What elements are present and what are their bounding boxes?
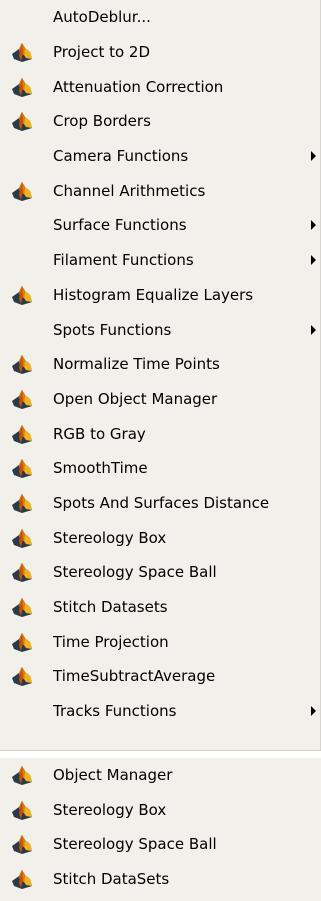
matlab-icon [0, 793, 43, 828]
menu-item-label: Object Manager [53, 766, 173, 785]
submenu-arrow-icon [311, 255, 316, 266]
menu-item-label: Tracks Functions [53, 702, 177, 721]
matlab-icon [0, 758, 43, 793]
menu-separator [0, 750, 321, 758]
menu-item-label: Time Projection [53, 632, 169, 651]
icon-slot [0, 0, 43, 35]
matlab-icon [0, 451, 43, 486]
submenu-arrow-icon [311, 706, 316, 717]
menu-item-label: Surface Functions [53, 216, 187, 235]
menu-item-label: Spots Functions [53, 320, 172, 339]
menu-item-spots-and-surfaces-distance[interactable]: Spots And Surfaces Distance [0, 486, 320, 521]
menu-item-label: Stereology Box [53, 528, 167, 547]
matlab-icon [0, 520, 43, 555]
menu-item-label: Stereology Space Ball [53, 835, 217, 854]
icon-slot [0, 208, 43, 243]
submenu-arrow-icon [311, 151, 316, 162]
matlab-icon [0, 173, 43, 208]
menu-item-autodeblur[interactable]: AutoDeblur... [0, 0, 320, 35]
matlab-icon [0, 104, 43, 139]
menu-item-stereology-box-2[interactable]: Stereology Box [0, 793, 321, 828]
matlab-icon [0, 659, 43, 694]
matlab-icon [0, 862, 43, 897]
menu-item-attenuation-correction[interactable]: Attenuation Correction [0, 69, 320, 104]
matlab-icon [0, 416, 43, 451]
matlab-icon [0, 382, 43, 417]
menu-item-label: Crop Borders [53, 112, 151, 131]
menu-item-spots-functions[interactable]: Spots Functions [0, 312, 320, 347]
menu-item-camera-functions[interactable]: Camera Functions [0, 139, 320, 174]
menu-item-label: Normalize Time Points [53, 355, 220, 374]
menu-item-channel-arithmetics[interactable]: Channel Arithmetics [0, 173, 320, 208]
matlab-icon [0, 347, 43, 382]
matlab-icon [0, 827, 43, 862]
matlab-icon [0, 624, 43, 659]
menu-item-time-projection[interactable]: Time Projection [0, 624, 320, 659]
icon-slot [0, 243, 43, 278]
menu-item-surface-functions[interactable]: Surface Functions [0, 208, 320, 243]
menu-item-label: Stereology Box [53, 800, 167, 819]
menu-item-stitch-datasets[interactable]: Stitch Datasets [0, 590, 320, 625]
menu-item-label: Spots And Surfaces Distance [53, 493, 270, 512]
menu-item-open-object-manager[interactable]: Open Object Manager [0, 382, 320, 417]
menu-item-label: RGB to Gray [53, 424, 146, 443]
menu-item-label: Camera Functions [53, 147, 189, 166]
menu-item-stitch-datasets-2[interactable]: Stitch DataSets [0, 862, 321, 897]
matlab-icon [0, 555, 43, 590]
matlab-icon [0, 278, 43, 313]
menu-item-filament-functions[interactable]: Filament Functions [0, 243, 320, 278]
menu-item-normalize-time-points[interactable]: Normalize Time Points [0, 347, 320, 382]
menu-item-smoothtime[interactable]: SmoothTime [0, 451, 320, 486]
matlab-icon [0, 590, 43, 625]
menu-item-label: Stitch Datasets [53, 598, 168, 617]
menu-item-rgb-to-gray[interactable]: RGB to Gray [0, 416, 320, 451]
menu-item-label: Stereology Space Ball [53, 563, 217, 582]
icon-slot [0, 312, 43, 347]
menu-item-label: TimeSubtractAverage [53, 667, 216, 686]
menu-item-project-to-2d[interactable]: Project to 2D [0, 35, 320, 70]
menu-item-tracks-functions[interactable]: Tracks Functions [0, 694, 320, 729]
menu-item-label: Project to 2D [53, 43, 151, 62]
menu-item-label: SmoothTime [53, 459, 148, 478]
menu-item-label: Channel Arithmetics [53, 181, 206, 200]
menu-item-label: Filament Functions [53, 251, 194, 270]
icon-slot [0, 694, 43, 729]
submenu-arrow-icon [311, 220, 316, 231]
secondary-menu: Object Manager Stereology Box Stereology… [0, 758, 321, 901]
menu-item-crop-borders[interactable]: Crop Borders [0, 104, 320, 139]
menu-item-histogram-equalize-layers[interactable]: Histogram Equalize Layers [0, 278, 320, 313]
menu-item-stereology-space-ball-2[interactable]: Stereology Space Ball [0, 827, 321, 862]
menu-item-label: AutoDeblur... [53, 8, 151, 27]
menu-item-stereology-box[interactable]: Stereology Box [0, 520, 320, 555]
matlab-icon [0, 69, 43, 104]
context-menu: AutoDeblur... Project to 2D Attenuation … [0, 0, 321, 750]
menu-item-label: Attenuation Correction [53, 77, 224, 96]
submenu-arrow-icon [311, 324, 316, 335]
menu-item-label: Open Object Manager [53, 389, 218, 408]
matlab-icon [0, 35, 43, 70]
menu-item-label: Stitch DataSets [53, 869, 170, 888]
menu-item-stereology-space-ball[interactable]: Stereology Space Ball [0, 555, 320, 590]
matlab-icon [0, 486, 43, 521]
menu-item-label: Histogram Equalize Layers [53, 285, 254, 304]
icon-slot [0, 139, 43, 174]
menu-item-timesubtractaverage[interactable]: TimeSubtractAverage [0, 659, 320, 694]
menu-item-object-manager[interactable]: Object Manager [0, 758, 321, 793]
